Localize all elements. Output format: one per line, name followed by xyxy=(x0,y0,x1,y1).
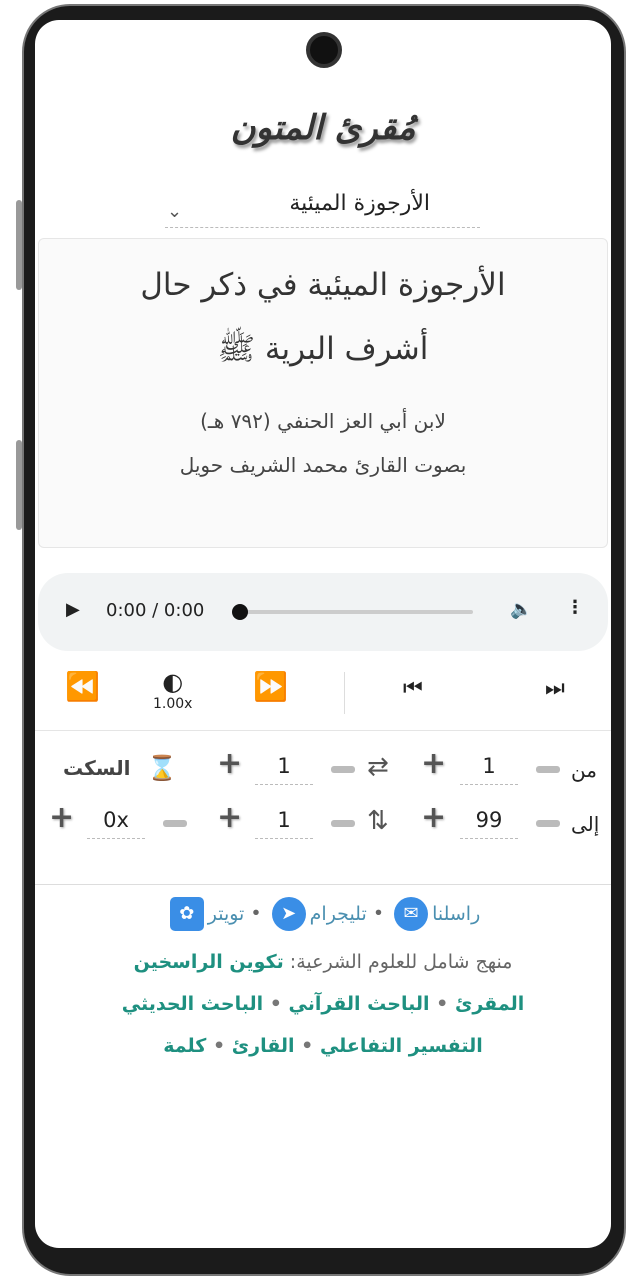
curriculum-prefix: منهج شامل للعلوم الشرعية: xyxy=(289,951,513,973)
silence-decrement[interactable] xyxy=(163,820,187,827)
to-increment[interactable]: + xyxy=(421,800,446,835)
telegram-link[interactable]: تليجرام➤ xyxy=(268,897,367,931)
text-selector[interactable]: الأرجوزة الميئية ⌄ xyxy=(165,184,480,228)
app-link[interactable]: كلمة xyxy=(163,1035,206,1057)
selected-text: الأرجوزة الميئية xyxy=(289,191,430,216)
from-row: من 1 + ⇄ 1 + ⌛ السكت xyxy=(35,746,611,802)
text-title: الأرجوزة الميئية في ذكر حال أشرف البرية … xyxy=(140,267,506,367)
repeat-one-input[interactable]: 1 xyxy=(255,808,313,839)
curriculum-link[interactable]: تكوين الراسخين xyxy=(134,951,284,973)
repeat-decrement[interactable] xyxy=(331,766,355,773)
speed-button[interactable]: ◐ 1.00x xyxy=(153,668,192,712)
divider xyxy=(35,730,611,731)
twitter-link[interactable]: تويتر✿ xyxy=(166,897,244,931)
separator: • xyxy=(372,902,385,925)
volume-button xyxy=(16,200,22,290)
repeat-one-decrement[interactable] xyxy=(331,820,355,827)
from-input[interactable]: 1 xyxy=(460,754,518,785)
time-display: 0:00 / 0:00 xyxy=(106,600,205,621)
to-label: إلى xyxy=(571,812,600,836)
repeat-icon: ⇄ xyxy=(367,752,389,782)
app-link[interactable]: المقرئ xyxy=(455,993,524,1015)
from-increment[interactable]: + xyxy=(421,746,446,781)
silence-input[interactable]: 0x xyxy=(87,808,145,839)
app-link[interactable]: التفسير التفاعلي xyxy=(320,1035,483,1057)
chevron-down-icon: ⌄ xyxy=(167,201,183,222)
app-link[interactable]: الباحث القرآني xyxy=(289,993,430,1015)
separator: • xyxy=(250,902,262,925)
next-button[interactable]: ⏭ xyxy=(545,676,565,701)
footer: راسلنا✉ • تليجرام➤ • تويتر✿ منهج شامل لل… xyxy=(35,884,611,1067)
more-options-icon[interactable]: ⋮ xyxy=(566,597,584,618)
seek-thumb[interactable] xyxy=(232,604,248,620)
repeat-increment[interactable]: + xyxy=(217,746,242,781)
divider xyxy=(344,672,345,714)
repeat-input[interactable]: 1 xyxy=(255,754,313,785)
contact-link[interactable]: راسلنا✉ xyxy=(390,897,480,931)
apps-line-1: المقرئ • الباحث القرآني • الباحث الحديثي xyxy=(121,993,525,1015)
app-logo: مُقرئ المتون xyxy=(230,108,416,148)
hourglass-icon: ⌛ xyxy=(147,754,177,782)
repeat-one-icon: ⇅ xyxy=(367,806,389,836)
silence-label: السكت xyxy=(63,756,131,780)
mail-icon: ✉ xyxy=(394,897,429,931)
reciter: بصوت القارئ محمد الشريف حويل xyxy=(179,453,467,477)
seek-bar[interactable] xyxy=(232,604,473,620)
fast-forward-button[interactable]: ⏩ xyxy=(253,670,288,703)
power-button xyxy=(16,440,22,530)
audio-player: ▶ 0:00 / 0:00 🔈 ⋮ xyxy=(38,573,608,651)
screen: مُقرئ المتون الأرجوزة الميئية ⌄ الأرجوزة … xyxy=(35,20,611,1248)
from-decrement[interactable] xyxy=(536,766,560,773)
play-icon[interactable]: ▶ xyxy=(66,599,80,620)
previous-button[interactable]: ⏮ xyxy=(403,676,423,701)
author: لابن أبي العز الحنفي (٧٩٢ هـ) xyxy=(200,409,446,433)
app-link[interactable]: القارئ xyxy=(232,1035,295,1057)
volume-icon[interactable]: 🔈 xyxy=(510,599,532,620)
to-row: إلى 99 + ⇅ 1 + 0x + xyxy=(35,800,611,856)
app-link[interactable]: الباحث الحديثي xyxy=(122,993,263,1015)
text-info-card: الأرجوزة الميئية في ذكر حال أشرف البرية … xyxy=(38,238,608,548)
telegram-icon: ➤ xyxy=(271,897,306,931)
silence-increment[interactable]: + xyxy=(49,800,74,835)
social-links: راسلنا✉ • تليجرام➤ • تويتر✿ xyxy=(35,897,611,931)
apps-line-2: التفسير التفاعلي • القارئ • كلمة xyxy=(163,1035,483,1057)
speedometer-icon: ◐ xyxy=(162,668,184,696)
twitter-icon: ✿ xyxy=(169,897,204,931)
camera xyxy=(306,32,342,68)
repeat-one-increment[interactable]: + xyxy=(217,800,242,835)
rewind-button[interactable]: ⏪ xyxy=(65,670,100,703)
to-input[interactable]: 99 xyxy=(460,808,518,839)
to-decrement[interactable] xyxy=(536,820,560,827)
speed-value: 1.00x xyxy=(153,696,193,712)
curriculum-line: منهج شامل للعلوم الشرعية: تكوين الراسخين xyxy=(35,941,611,983)
from-label: من xyxy=(571,758,597,782)
